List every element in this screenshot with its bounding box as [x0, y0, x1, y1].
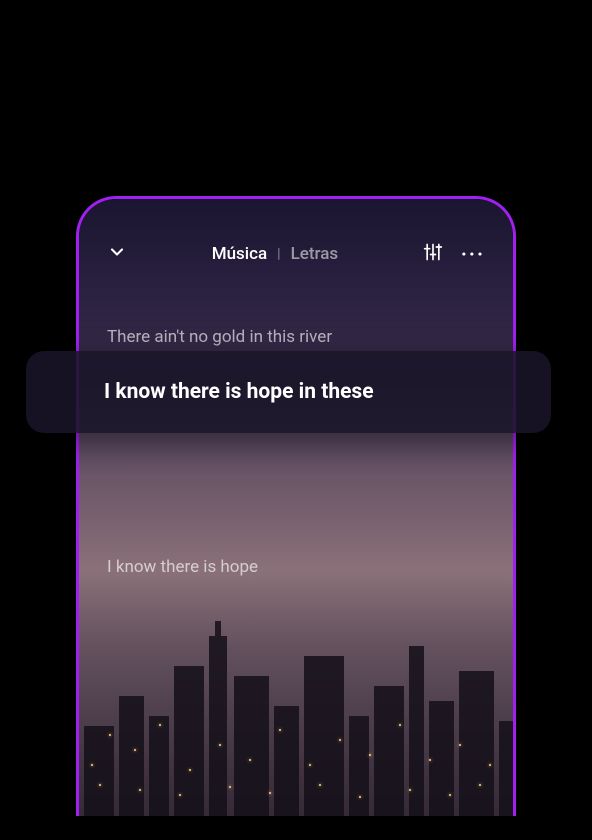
music-player-screen: Música | Letras: [76, 196, 516, 816]
lyric-line-prev: There ain't no gold in this river: [79, 319, 513, 355]
more-icon[interactable]: ···: [461, 242, 485, 266]
player-header: Música | Letras: [79, 229, 513, 279]
tab-music[interactable]: Música: [212, 244, 267, 264]
lyrics-panel[interactable]: There ain't no gold in this river: [79, 319, 513, 355]
chevron-down-icon[interactable]: [107, 242, 127, 266]
current-lyric-highlight: I know there is hope in these: [26, 351, 551, 433]
tab-divider: |: [277, 246, 280, 262]
background-image: [79, 199, 513, 816]
lyric-line-next: I know there is hope: [79, 539, 513, 585]
lyric-line-current: I know there is hope in these: [104, 380, 374, 404]
header-tabs: Música | Letras: [127, 244, 423, 264]
equalizer-icon[interactable]: [423, 242, 443, 266]
tab-lyrics[interactable]: Letras: [291, 244, 339, 264]
